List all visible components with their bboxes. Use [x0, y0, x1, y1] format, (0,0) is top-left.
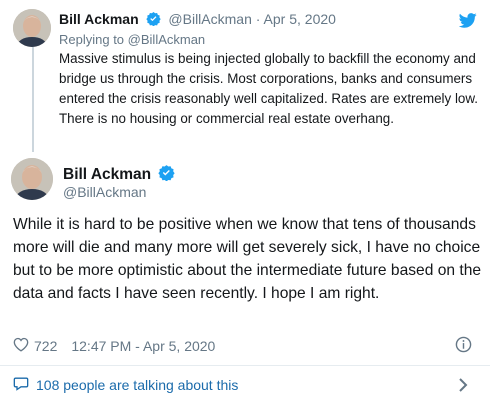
- parent-tweet-text: Massive stimulus is being injected globa…: [59, 51, 479, 126]
- speech-bubble-icon: [13, 376, 29, 394]
- twitter-bird-icon[interactable]: [458, 13, 477, 33]
- parent-author-name[interactable]: Bill Ackman: [59, 11, 139, 27]
- parent-tweet-header: Bill Ackman @BillAckman · Apr 5, 2020: [59, 11, 336, 29]
- divider: [0, 365, 490, 366]
- info-icon[interactable]: [455, 336, 472, 358]
- chevron-right-icon[interactable]: [457, 377, 469, 398]
- replying-to-mention[interactable]: @BillAckman: [128, 32, 206, 47]
- parent-tweet[interactable]: Bill Ackman @BillAckman · Apr 5, 2020 Re…: [0, 0, 490, 150]
- heart-icon[interactable]: [13, 337, 29, 355]
- replying-to-line: Replying to @BillAckman: [59, 32, 205, 47]
- main-author-handle[interactable]: @BillAckman: [63, 184, 146, 200]
- parent-date[interactable]: Apr 5, 2020: [264, 11, 336, 27]
- replying-prefix: Replying to: [59, 32, 125, 47]
- conversation-label: 108 people are talking about this: [36, 377, 239, 393]
- main-author-name-row: Bill Ackman: [63, 164, 179, 186]
- verified-badge-icon: [158, 164, 176, 186]
- separator-dot: ·: [255, 11, 261, 27]
- like-count[interactable]: 722: [34, 338, 57, 354]
- parent-author-handle[interactable]: @BillAckman: [168, 11, 251, 27]
- main-tweet-text: While it is hard to be positive when we …: [13, 216, 482, 302]
- tweet-footer: 722 12:47 PM - Apr 5, 2020: [13, 337, 215, 355]
- main-author-name[interactable]: Bill Ackman: [63, 166, 151, 183]
- verified-badge-icon: [145, 11, 161, 29]
- tweet-timestamp[interactable]: 12:47 PM - Apr 5, 2020: [71, 338, 215, 354]
- parent-avatar[interactable]: [13, 9, 51, 47]
- conversation-link[interactable]: 108 people are talking about this: [13, 376, 238, 394]
- main-avatar[interactable]: [11, 158, 53, 200]
